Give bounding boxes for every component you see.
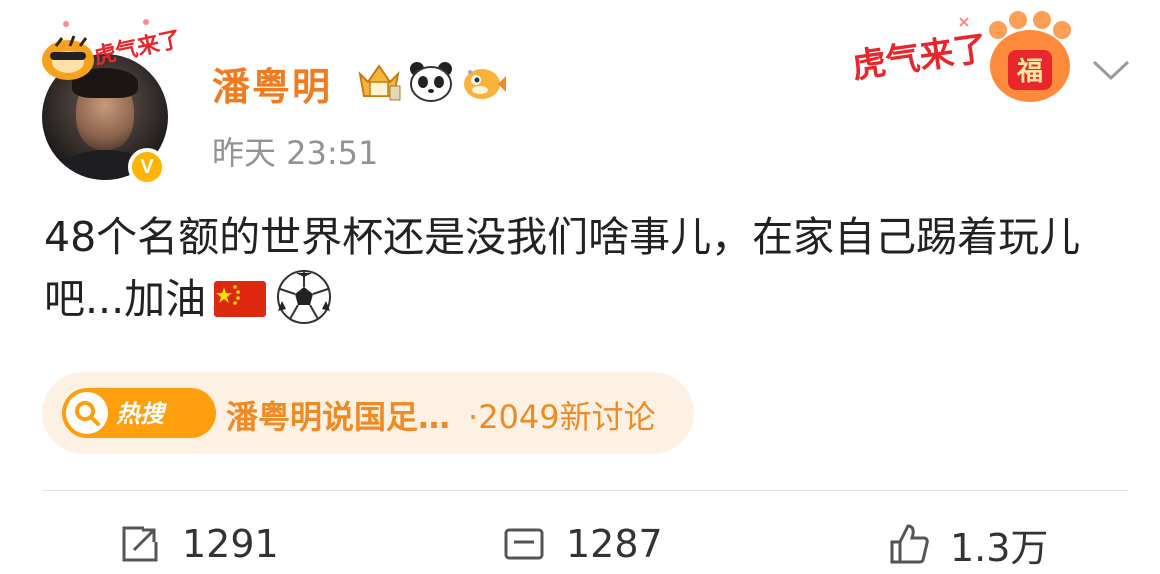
verified-badge: V	[128, 148, 166, 186]
post-content-text: 48个名额的世界杯还是没我们啥事儿，在家自己踢着玩儿吧...加油	[44, 213, 1081, 323]
tiger-year-decoration-icon: 虎气来了 福	[850, 11, 1071, 102]
action-bar-divider	[42, 490, 1128, 491]
repost-button[interactable]: 1291	[118, 514, 279, 574]
soccer-ball-icon	[277, 270, 332, 324]
avatar-deco-text: 虎气来了	[92, 26, 180, 70]
author-name[interactable]: 潘粤明	[212, 56, 332, 111]
thumbs-up-icon	[890, 524, 929, 564]
hot-search-badge: 热搜	[62, 388, 216, 438]
comment-count: 1287	[566, 522, 663, 566]
panda-icon[interactable]	[408, 60, 454, 104]
repost-count: 1291	[182, 522, 279, 566]
comment-button[interactable]: 1287	[502, 514, 663, 574]
tiger-avatar-decoration-icon: 虎气来了	[42, 19, 180, 80]
header-deco-text: 虎气来了	[850, 28, 990, 87]
pufferfish-icon[interactable]	[460, 60, 506, 104]
hot-search-count: ·2049新讨论	[468, 398, 656, 436]
chevron-down-icon[interactable]	[1090, 52, 1132, 88]
hot-search-badge-label: 热搜	[116, 400, 164, 428]
like-button[interactable]: 1.3万	[886, 514, 1048, 574]
hot-search-topic[interactable]: 潘粤明说国足…	[226, 398, 450, 436]
hot-search-topic-link[interactable]: 热搜 潘粤明说国足… ·2049新讨论	[42, 372, 694, 454]
repost-icon	[122, 526, 158, 562]
china-flag-icon	[214, 281, 267, 317]
comment-icon	[504, 528, 544, 560]
author-avatar-area[interactable]: 虎气来了 V	[28, 16, 188, 186]
post-content: 48个名额的世界杯还是没我们啥事儿，在家自己踢着玩儿吧...加油	[44, 206, 1124, 330]
post-timestamp[interactable]: 昨天 23:51	[212, 128, 378, 174]
like-count: 1.3万	[950, 525, 1049, 570]
crown-badge-icon[interactable]	[356, 60, 402, 104]
paw-deco-text: 福	[1016, 57, 1043, 87]
search-icon	[66, 392, 108, 434]
author-badges	[356, 60, 506, 106]
